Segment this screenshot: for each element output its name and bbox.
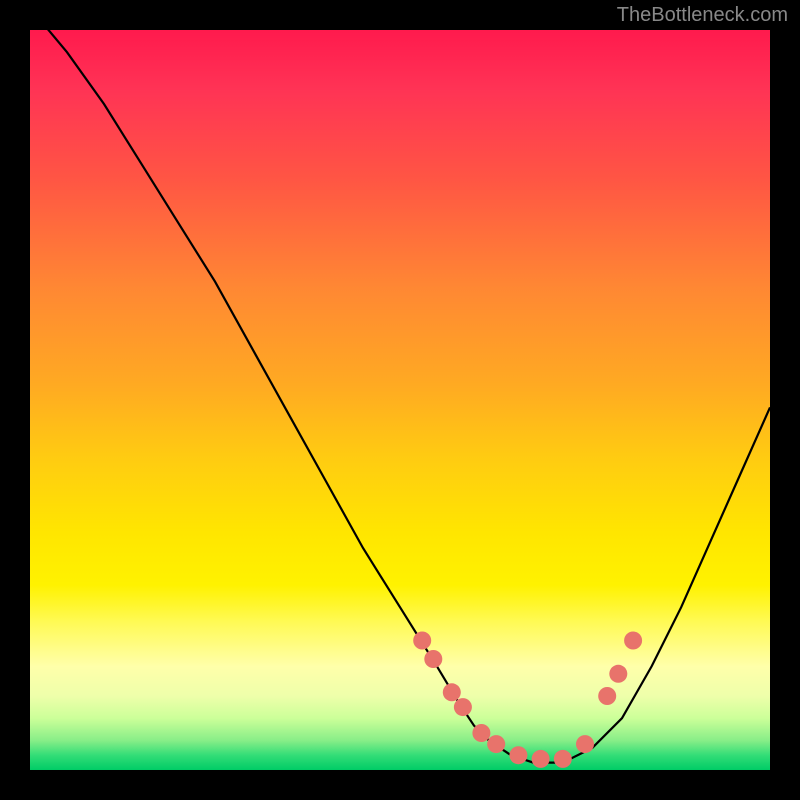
- chart-svg: [30, 30, 770, 770]
- data-point: [509, 746, 527, 764]
- data-point: [609, 665, 627, 683]
- data-point: [424, 650, 442, 668]
- data-point: [487, 735, 505, 753]
- data-point: [454, 698, 472, 716]
- data-point: [576, 735, 594, 753]
- data-point: [443, 683, 461, 701]
- data-point: [598, 687, 616, 705]
- watermark-text: TheBottleneck.com: [617, 4, 788, 27]
- bottleneck-curve: [30, 30, 770, 763]
- data-point: [472, 724, 490, 742]
- data-point: [554, 750, 572, 768]
- data-point: [532, 750, 550, 768]
- chart-plot-area: [30, 30, 770, 770]
- data-point: [413, 632, 431, 650]
- data-point: [624, 632, 642, 650]
- data-dots-group: [413, 632, 642, 768]
